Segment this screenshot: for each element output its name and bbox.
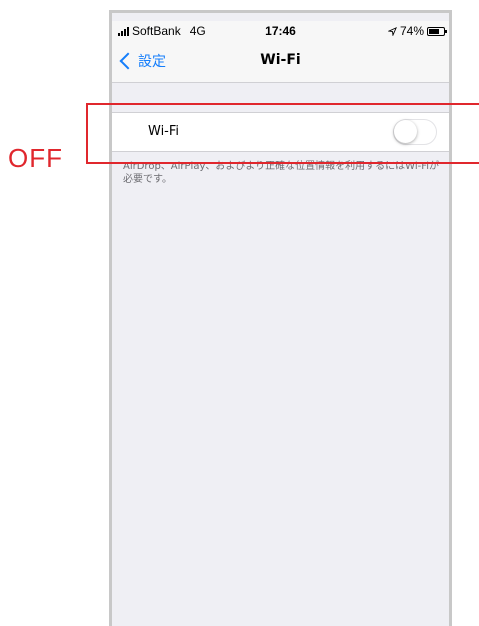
battery-fill	[429, 28, 439, 34]
wifi-label: Wi-Fi	[148, 124, 180, 139]
navigation-bar: 設定 Wi-Fi	[112, 41, 449, 83]
wifi-toggle[interactable]	[393, 119, 437, 145]
phone-screen: SoftBank 4G 17:46 74% 設定 Wi-Fi Wi-Fi Air…	[109, 10, 452, 626]
battery-percent: 74%	[399, 24, 424, 38]
toggle-knob	[394, 120, 417, 143]
page: SoftBank 4G 17:46 74% 設定 Wi-Fi Wi-Fi Air…	[0, 0, 479, 626]
page-title: Wi-Fi	[260, 52, 301, 68]
wifi-footnote: AirDrop、AirPlay、およびより正確な位置情報を利用するにはWi-Fi…	[123, 161, 440, 185]
status-right: 74%	[387, 24, 447, 38]
wifi-setting-row: Wi-Fi	[112, 112, 449, 152]
status-bar: SoftBank 4G 17:46 74%	[112, 21, 449, 41]
annotation-off-label: OFF	[8, 143, 63, 173]
location-arrow-icon	[387, 26, 397, 36]
battery-icon	[427, 26, 447, 36]
